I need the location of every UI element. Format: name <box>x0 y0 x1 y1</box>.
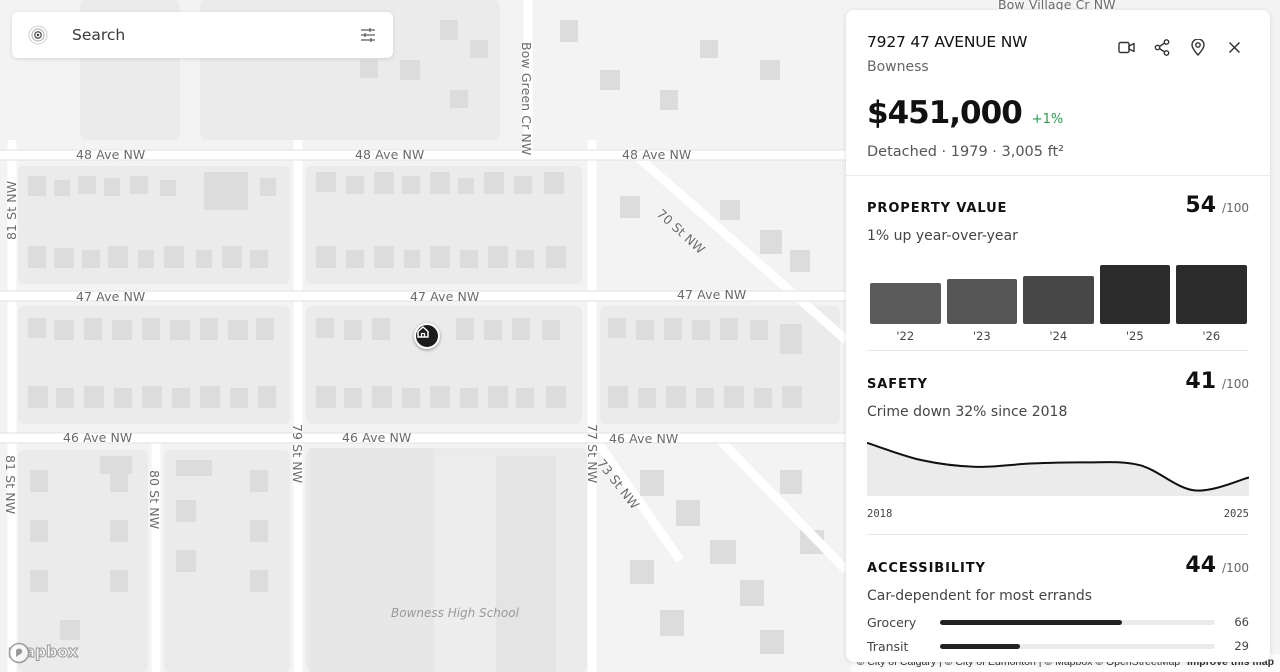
locate-button[interactable] <box>1188 37 1208 57</box>
score-value: 54 <box>1185 193 1217 218</box>
poi-label-school: Bowness High School <box>391 606 519 620</box>
street-label-77-st: 77 St NW <box>585 424 600 484</box>
section-subtitle: Car-dependent for most errands <box>867 588 1093 604</box>
value-bar <box>870 282 941 324</box>
pin-icon <box>1191 38 1205 56</box>
street-label-81-st: 81 St NW <box>4 180 19 240</box>
search-bar[interactable]: Search <box>12 12 393 58</box>
street-label-80-st: 80 St NW <box>147 470 162 530</box>
metric-track <box>940 619 1215 625</box>
section-subtitle: Crime down 32% since 2018 <box>867 404 1068 420</box>
street-label-bow-green-cr: Bow Green Cr NW <box>519 42 534 156</box>
value-bar-labels: '22 '23 '24 '25 '26 <box>867 329 1249 343</box>
app-logo-icon[interactable] <box>26 23 50 47</box>
price-change-badge: +1% <box>1031 112 1064 127</box>
close-icon <box>1228 41 1240 53</box>
score-value: 41 <box>1185 369 1217 394</box>
score: 54 /100 <box>1185 193 1249 218</box>
street-label-79-st: 79 St NW <box>290 424 305 484</box>
value-bar-label: '25 <box>1125 329 1144 343</box>
street-label-46-ave: 46 Ave NW <box>609 431 679 446</box>
metric-label: Transit <box>867 638 909 654</box>
street-label-46-ave: 46 Ave NW <box>342 430 412 445</box>
search-input[interactable]: Search <box>72 26 357 44</box>
metric-fill <box>940 643 1020 649</box>
value-bar-label: '26 <box>1202 329 1221 343</box>
value-bar <box>1023 275 1094 324</box>
metric-fill <box>940 619 1122 625</box>
price-row: $451,000 +1% <box>867 95 1249 131</box>
header-actions <box>1116 37 1244 57</box>
metric-value: 29 <box>1234 639 1249 653</box>
street-label-47-ave: 47 Ave NW <box>410 289 480 304</box>
street-label-48-ave: 48 Ave NW <box>622 147 692 162</box>
value-bar-label: '22 <box>896 329 915 343</box>
street-label-47-ave: 47 Ave NW <box>677 287 747 302</box>
video-icon <box>1117 41 1135 53</box>
value-bar-col <box>946 279 1017 324</box>
value-bar-chart <box>867 264 1249 324</box>
metric-row: Grocery 66 <box>867 610 1249 634</box>
year-end-label: 2025 <box>1223 508 1249 520</box>
section-title: ACCESSIBILITY <box>867 561 986 576</box>
section-title: PROPERTY VALUE <box>867 201 1008 216</box>
value-bar-col <box>870 282 941 324</box>
score-max: /100 <box>1222 561 1249 575</box>
metric-row: Transit 29 <box>867 634 1249 658</box>
mapbox-icon <box>8 642 30 664</box>
score: 44 /100 <box>1185 553 1249 578</box>
score-max: /100 <box>1222 201 1249 215</box>
value-bar-label: '24 <box>1049 329 1068 343</box>
safety-section: SAFETY 41 /100 Crime down 32% since 2018… <box>846 351 1270 534</box>
section-subtitle: 1% up year-over-year <box>867 228 1018 244</box>
street-label-46-ave: 46 Ave NW <box>63 430 133 445</box>
score: 41 /100 <box>1185 369 1249 394</box>
value-bar-label: '23 <box>972 329 991 343</box>
property-header: 7927 47 AVENUE NW Bowness $451,000 +1% D… <box>846 10 1270 176</box>
accessibility-metrics: Grocery 66 Transit 29 <box>867 610 1249 658</box>
safety-year-labels: 2018 2025 <box>867 508 1249 520</box>
street-label-48-ave: 48 Ave NW <box>355 147 425 162</box>
street-label-81-st: 81 St NW <box>3 455 18 515</box>
accessibility-section: ACCESSIBILITY 44 /100 Car-dependent for … <box>846 535 1270 658</box>
close-button[interactable] <box>1224 37 1244 57</box>
safety-area-chart <box>866 441 1250 496</box>
mapbox-logo[interactable]: mapbox <box>8 642 79 664</box>
home-icon <box>417 326 429 338</box>
section-title: SAFETY <box>867 377 928 392</box>
metric-label: Grocery <box>867 614 917 630</box>
score-max: /100 <box>1222 377 1249 391</box>
metric-track <box>940 643 1215 649</box>
value-bar-col <box>1176 265 1247 324</box>
sliders-icon <box>361 28 375 42</box>
value-bar-col <box>1023 275 1094 324</box>
property-value-section: PROPERTY VALUE 54 /100 1% up year-over-y… <box>846 176 1270 350</box>
video-button[interactable] <box>1116 37 1136 57</box>
property-panel: 7927 47 AVENUE NW Bowness $451,000 +1% D… <box>846 10 1270 662</box>
value-bar <box>1099 265 1170 324</box>
street-label-48-ave: 48 Ave NW <box>76 147 146 162</box>
metric-value: 66 <box>1234 615 1249 629</box>
property-facts: Detached · 1979 · 3,005 ft² <box>867 144 1064 160</box>
year-start-label: 2018 <box>867 508 893 520</box>
value-bar <box>946 279 1017 324</box>
street-label-47-ave: 47 Ave NW <box>76 289 146 304</box>
score-value: 44 <box>1185 553 1217 578</box>
safety-area-fill <box>867 442 1249 496</box>
property-marker[interactable] <box>414 323 440 349</box>
value-bar <box>1176 265 1247 324</box>
filter-button[interactable] <box>357 24 379 46</box>
value-bar-col <box>1099 265 1170 324</box>
property-price: $451,000 <box>867 95 1023 131</box>
share-button[interactable] <box>1152 37 1172 57</box>
property-neighborhood: Bowness <box>867 59 929 75</box>
share-icon <box>1154 38 1170 56</box>
